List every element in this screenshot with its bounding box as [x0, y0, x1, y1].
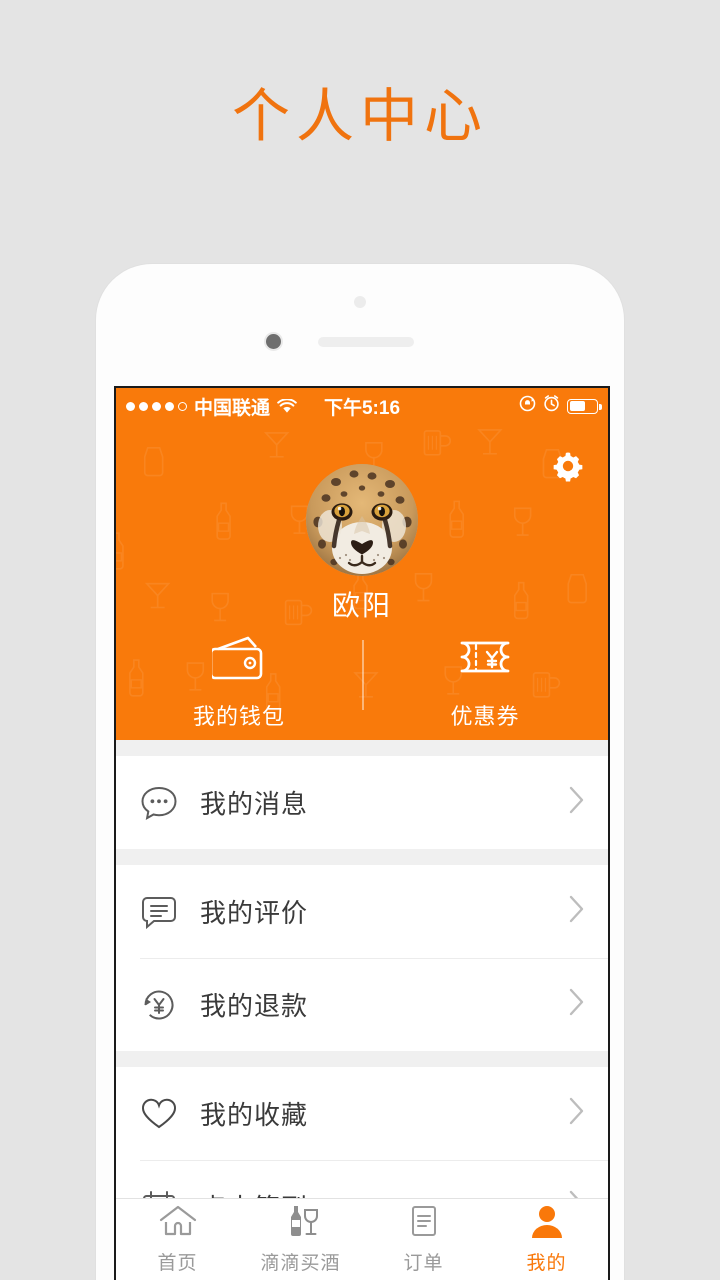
bottle-glass-icon — [281, 1204, 321, 1243]
menu-item-label: 我的退款 — [200, 991, 309, 1021]
cheetah-avatar-icon — [306, 464, 418, 576]
list-group-gap — [116, 1051, 608, 1067]
signal-strength-icon — [126, 401, 187, 411]
username-label: 欧阳 — [331, 590, 392, 621]
list-group-gap — [116, 849, 608, 865]
menu-group-1: 我的消息 — [116, 756, 608, 849]
quick-action-coupon[interactable]: 优惠券 — [362, 636, 608, 731]
carrier-label: 中国联通 — [194, 397, 271, 419]
menu-item-label: 点击签到 — [200, 1188, 308, 1198]
chevron-right-icon — [568, 1096, 586, 1131]
menu-item-favorites[interactable]: 我的收藏 — [116, 1067, 608, 1160]
battery-icon — [567, 398, 602, 414]
menu-item-refund[interactable]: 我的退款 — [116, 958, 608, 1051]
heart-icon — [140, 1096, 184, 1132]
phone-screen: 中国联通 下午5:16 欧阳 我的钱包 优惠券 我的消息 我的评价 我的退款 我… — [114, 386, 610, 1280]
coupon-ticket-icon — [458, 636, 512, 685]
menu-item-label: 我的消息 — [200, 789, 309, 819]
earpiece-speaker — [318, 337, 414, 347]
alarm-clock-icon — [543, 394, 560, 418]
menu-group-3: 我的收藏 点击签到 — [116, 1067, 608, 1198]
tab-label: 我的 — [526, 1253, 567, 1274]
menu-item-checkin[interactable]: 点击签到 — [116, 1160, 608, 1198]
tab-label: 首页 — [157, 1253, 198, 1274]
phone-mockup: 中国联通 下午5:16 欧阳 我的钱包 优惠券 我的消息 我的评价 我的退款 我… — [96, 264, 624, 1280]
tab-label: 滴滴买酒 — [260, 1253, 341, 1274]
chevron-right-icon — [568, 894, 586, 929]
chevron-right-icon — [568, 1189, 586, 1198]
wallet-icon — [209, 636, 266, 685]
menu-item-reviews[interactable]: 我的评价 — [116, 865, 608, 958]
gear-icon[interactable] — [550, 448, 586, 484]
menu-item-messages[interactable]: 我的消息 — [116, 756, 608, 849]
wifi-icon — [277, 398, 297, 414]
rotation-lock-icon — [519, 395, 536, 418]
comment-lines-icon — [140, 894, 184, 930]
proximity-sensor-icon — [266, 334, 281, 349]
status-bar: 中国联通 下午5:16 — [116, 388, 608, 424]
tab-buy-liquor[interactable]: 滴滴买酒 — [239, 1199, 362, 1280]
quick-actions: 我的钱包 优惠券 — [116, 636, 608, 731]
chevron-right-icon — [568, 785, 586, 820]
menu-list: 我的消息 我的评价 我的退款 我的收藏 — [116, 740, 608, 1198]
menu-group-2: 我的评价 我的退款 — [116, 865, 608, 1051]
person-icon — [527, 1204, 567, 1243]
chat-bubble-dots-icon — [140, 785, 184, 821]
quick-action-wallet[interactable]: 我的钱包 — [116, 636, 362, 731]
status-bar-left: 中国联通 — [126, 393, 297, 420]
menu-item-label: 我的评价 — [200, 898, 309, 928]
menu-item-label: 我的收藏 — [200, 1100, 309, 1130]
bottom-tab-bar: 首页 滴滴买酒 订单 我的 — [116, 1198, 608, 1280]
avatar[interactable] — [306, 464, 418, 576]
tab-home[interactable]: 首页 — [116, 1199, 239, 1280]
tab-orders[interactable]: 订单 — [362, 1199, 485, 1280]
list-group-gap — [116, 740, 608, 756]
tab-profile[interactable]: 我的 — [485, 1199, 608, 1280]
order-list-icon — [404, 1204, 444, 1243]
tab-label: 订单 — [403, 1253, 444, 1274]
quick-action-label: 优惠券 — [450, 704, 520, 729]
home-icon — [158, 1204, 198, 1243]
front-camera-icon — [354, 296, 366, 308]
quick-action-label: 我的钱包 — [192, 704, 285, 729]
profile-header: 欧阳 我的钱包 优惠券 — [116, 424, 608, 740]
status-bar-right — [519, 394, 602, 418]
chevron-right-icon — [568, 987, 586, 1022]
refund-yen-icon — [140, 987, 184, 1023]
calendar-check-icon — [140, 1189, 184, 1198]
page-title: 个人中心 — [231, 84, 488, 149]
